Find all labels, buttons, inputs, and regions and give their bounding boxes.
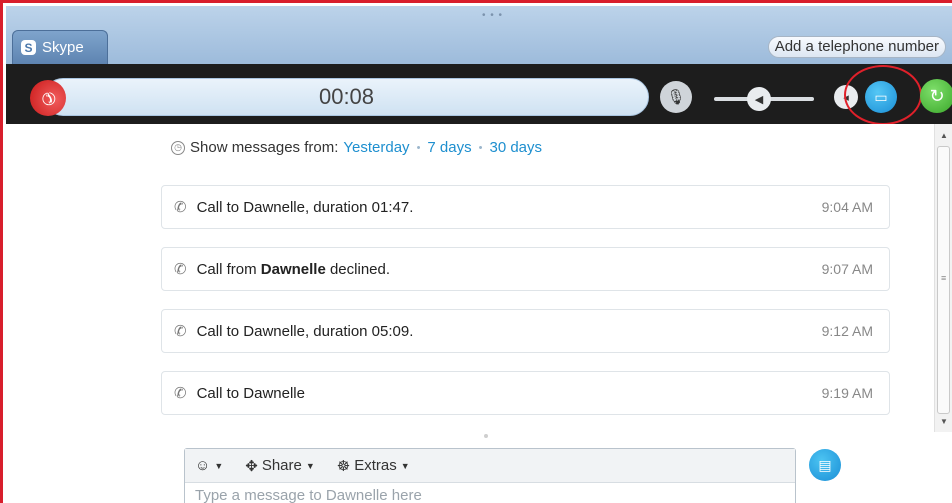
call-back-icon[interactable]: ↻	[920, 79, 952, 113]
drag-grip-icon[interactable]: • • •	[482, 10, 503, 21]
tab-skype[interactable]: S Skype	[12, 30, 108, 64]
chevron-down-icon: ▼	[305, 460, 315, 471]
call-control-bar: 00:08 ✆ 🎙 ◀ ◂ ▭ ↻	[6, 64, 952, 125]
call-event-text: Call to Dawnelle, duration 05:09.	[196, 322, 414, 340]
extras-button[interactable]: ☸ Extras ▼	[337, 457, 410, 475]
filter-yesterday-link[interactable]: Yesterday	[343, 139, 409, 156]
message-compose-box: ☺ ▼ ✥ Share ▼ ☸ Extras ▼	[184, 448, 796, 503]
extras-icon: ☸	[336, 457, 351, 475]
grip-icon: ≡	[941, 273, 947, 283]
share-icon: ✥	[245, 457, 258, 475]
history-filter: ◷ Show messages from: Yesterday • 7 days…	[171, 139, 542, 156]
phone-icon: ✆	[174, 199, 187, 216]
share-button[interactable]: ✥ Share ▼	[245, 457, 315, 475]
compose-toolbar: ☺ ▼ ✥ Share ▼ ☸ Extras ▼	[185, 449, 795, 483]
call-event-row: ✆ Call to Dawnelle 9:19 AM	[161, 371, 890, 415]
chevron-down-icon: ▼	[214, 460, 224, 471]
call-timer: 00:08	[44, 78, 649, 116]
annotation-circle	[844, 65, 922, 125]
tab-strip: • • • S Skype Add a telephone number	[6, 6, 952, 64]
call-event-row: ✆ Call to Dawnelle, duration 01:47. 9:04…	[161, 185, 890, 229]
separator: •	[416, 141, 421, 154]
add-telephone-number-button[interactable]: Add a telephone number	[767, 36, 946, 58]
separator: •	[478, 141, 483, 154]
call-event-text: Call to Dawnelle	[196, 384, 305, 402]
filter-30-days-link[interactable]: 30 days	[489, 139, 542, 156]
extras-label: Extras	[354, 457, 397, 474]
scroll-up-arrow-icon[interactable]: ▲	[935, 128, 952, 142]
phone-icon: ✆	[174, 261, 187, 278]
call-event-row: ✆ Call from Dawnelle declined. 9:07 AM	[161, 247, 890, 291]
filter-7-days-link[interactable]: 7 days	[427, 139, 471, 156]
call-event-row: ✆ Call to Dawnelle, duration 05:09. 9:12…	[161, 309, 890, 353]
history-scrollbar[interactable]: ▲ ≡ ▼	[934, 124, 952, 432]
phone-icon: ✆	[174, 385, 187, 402]
send-icon[interactable]: ▤	[809, 449, 841, 481]
smiley-icon: ☺	[195, 457, 211, 474]
conversation-history: ◷ Show messages from: Yesterday • 7 days…	[6, 124, 934, 503]
pane-splitter[interactable]	[484, 434, 488, 438]
emoticon-button[interactable]: ☺ ▼	[195, 457, 223, 474]
call-event-time: 9:07 AM	[821, 261, 873, 277]
call-event-text: Call to Dawnelle, duration 01:47.	[196, 198, 414, 216]
scroll-down-arrow-icon[interactable]: ▼	[935, 414, 952, 428]
share-label: Share	[261, 457, 302, 474]
show-from-label: Show messages from:	[190, 139, 339, 156]
message-input[interactable]	[185, 483, 795, 503]
contact-name[interactable]: Dawnelle	[261, 261, 326, 278]
volume-icon[interactable]: ◀	[747, 87, 771, 111]
skype-logo-icon: S	[21, 40, 36, 55]
call-event-time: 9:19 AM	[821, 385, 873, 401]
microphone-icon[interactable]: 🎙	[660, 81, 692, 113]
tab-skype-label: Skype	[42, 39, 84, 56]
chevron-down-icon: ▼	[400, 460, 410, 471]
scroll-thumb[interactable]: ≡	[937, 146, 950, 414]
phone-icon: ✆	[174, 323, 187, 340]
call-event-time: 9:12 AM	[821, 323, 873, 339]
skype-window: • • • S Skype Add a telephone number 00:…	[0, 0, 952, 503]
clock-icon: ◷	[171, 140, 185, 155]
call-event-text: Call from Dawnelle declined.	[196, 260, 391, 278]
call-event-time: 9:04 AM	[821, 199, 873, 215]
